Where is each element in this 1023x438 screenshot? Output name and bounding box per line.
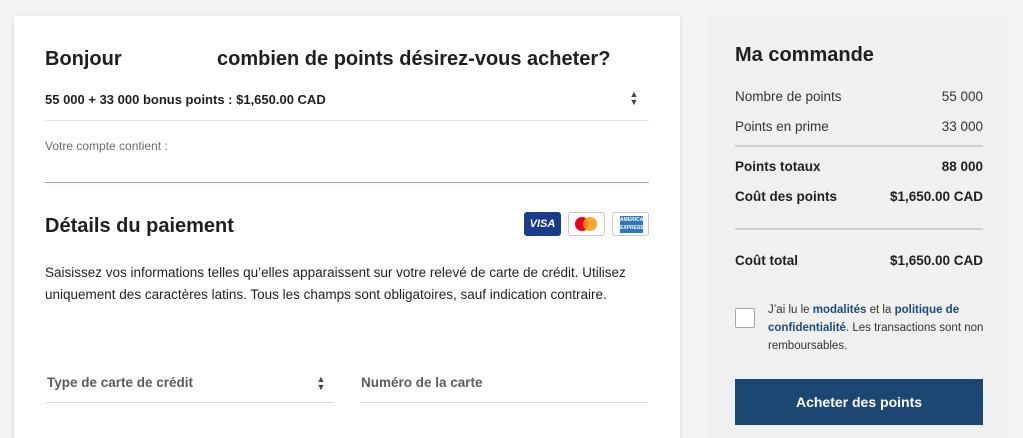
terms-checkbox[interactable] <box>735 308 755 328</box>
greeting-hello: Bonjour <box>45 48 122 70</box>
terms-text: J’ai lu le modalités et la politique de … <box>768 301 986 355</box>
order-summary-title: Ma commande <box>735 44 874 66</box>
order-row-label: Nombre de points <box>735 89 842 104</box>
greeting-question: combien de points désirez-vous acheter? <box>217 48 611 70</box>
card-type-label: Type de carte de crédit <box>47 375 194 390</box>
purchase-panel: Bonjour combien de points désirez-vous ac… <box>14 16 680 438</box>
visa-logo-icon: VISA <box>524 212 561 236</box>
chevron-updown-icon: ▲ ▼ <box>316 374 326 392</box>
order-separator <box>735 145 983 147</box>
order-row-points: Nombre de points 55 000 <box>735 89 983 104</box>
card-number-input[interactable]: Numéro de la carte <box>360 370 648 403</box>
order-row-label: Points totaux <box>735 159 821 174</box>
accepted-cards: VISA AMERICAN EXPRESS <box>524 212 649 236</box>
card-number-label: Numéro de la carte <box>361 375 483 390</box>
order-row-value: $1,650.00 CAD <box>889 189 983 204</box>
greeting-heading: Bonjour combien de points désirez-vous ac… <box>45 48 610 71</box>
order-row-value: 55 000 <box>941 89 983 104</box>
amex-logo-text: AMERICAN EXPRESS <box>620 216 647 233</box>
order-separator <box>735 228 983 230</box>
order-row-points-cost: Coût des points $1,650.00 CAD <box>735 189 983 204</box>
card-type-select[interactable]: Type de carte de crédit ▲ ▼ <box>46 370 334 403</box>
points-package-select[interactable]: 55 000 + 33 000 bonus points : $1,650.00… <box>45 90 649 121</box>
payment-details-title: Détails du paiement <box>45 215 234 237</box>
amex-logo-icon: AMERICAN EXPRESS <box>612 212 649 236</box>
order-row-value: 33 000 <box>941 119 983 134</box>
payment-instructions: Saisissez vos informations telles qu’ell… <box>45 265 626 302</box>
order-row-label: Coût des points <box>735 189 837 204</box>
points-package-value: 55 000 + 33 000 bonus points : $1,650.00… <box>45 92 326 107</box>
order-row-total-cost: Coût total $1,650.00 CAD <box>735 253 983 268</box>
terms-link[interactable]: modalités <box>813 304 867 316</box>
section-divider <box>45 182 649 183</box>
terms-text-mid: et la <box>866 304 895 316</box>
terms-text-pre: J’ai lu le <box>768 304 813 316</box>
account-balance-note: Votre compte contient : <box>45 139 168 153</box>
order-row-label: Points en prime <box>735 119 829 134</box>
order-row-label: Coût total <box>735 253 798 268</box>
buy-points-button[interactable]: Acheter des points <box>735 379 983 425</box>
order-summary-panel: Ma commande Nombre de points 55 000 Poin… <box>710 15 1008 438</box>
order-row-total-points: Points totaux 88 000 <box>735 159 983 174</box>
chevron-updown-icon: ▲ ▼ <box>629 89 639 107</box>
mastercard-logo-icon <box>568 212 605 236</box>
order-row-bonus: Points en prime 33 000 <box>735 119 983 134</box>
order-row-value: $1,650.00 CAD <box>889 253 983 268</box>
order-row-value: 88 000 <box>941 159 983 174</box>
